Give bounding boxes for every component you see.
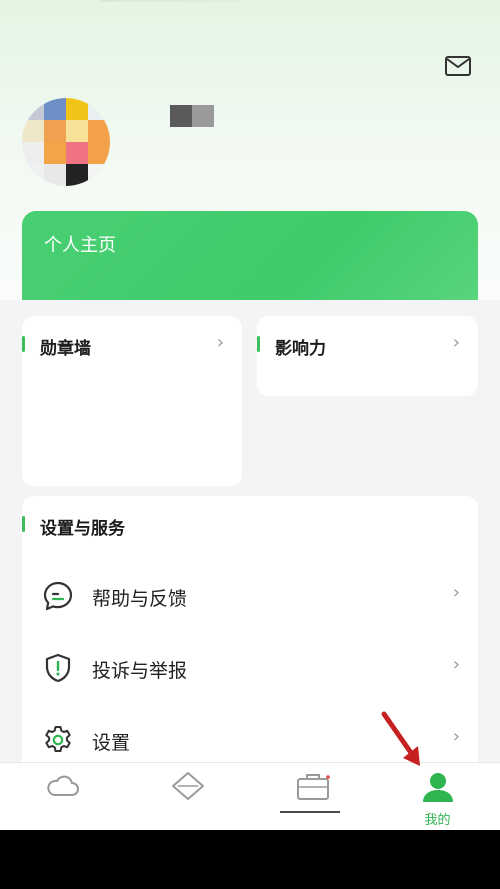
- settings-services-title: 设置与服务: [40, 519, 125, 539]
- service-item-settings[interactable]: 设置 ›: [22, 710, 478, 770]
- service-label: 投诉与举报: [92, 660, 188, 682]
- personal-homepage-label: 个人主页: [44, 235, 116, 256]
- chevron-right-icon: ›: [452, 654, 460, 675]
- tab-briefcase[interactable]: [250, 763, 375, 830]
- diamond-icon: [171, 772, 204, 800]
- avatar-pixel: [22, 142, 44, 164]
- chevron-right-icon: ›: [452, 726, 460, 747]
- chat-help-icon: [43, 581, 73, 611]
- accent-bar: [257, 336, 260, 352]
- mail-icon: [445, 56, 471, 76]
- badge-wall-card[interactable]: 勋章墙 ›: [22, 316, 242, 486]
- service-item-help-feedback[interactable]: 帮助与反馈 ›: [22, 566, 478, 626]
- chevron-right-icon: ›: [216, 332, 224, 353]
- avatar-pixel: [44, 142, 66, 164]
- service-label: 设置: [92, 732, 131, 754]
- service-label: 帮助与反馈: [92, 588, 188, 610]
- app-screen: 个人主页 勋章墙 › 影响力 › 设置与服务 帮助与反馈 › 投诉与举报 › 设…: [0, 0, 500, 830]
- tab-diamond[interactable]: [125, 763, 250, 830]
- gear-icon: [45, 726, 71, 752]
- username-pixel: [170, 105, 192, 127]
- home-indicator: [280, 811, 340, 813]
- system-nav-area: [0, 830, 500, 889]
- briefcase-icon: [296, 774, 330, 800]
- avatar-pixel: [44, 98, 66, 120]
- influence-title: 影响力: [275, 339, 326, 359]
- avatar-pixel: [22, 120, 44, 142]
- influence-card[interactable]: 影响力 ›: [257, 316, 478, 396]
- accent-bar: [22, 336, 25, 352]
- avatar[interactable]: [22, 98, 110, 186]
- username-blurred[interactable]: [170, 105, 214, 127]
- shield-alert-icon: [45, 653, 71, 683]
- username-pixel: [192, 105, 214, 127]
- service-item-complaint-report[interactable]: 投诉与举报 ›: [22, 638, 478, 698]
- avatar-pixel: [66, 98, 88, 120]
- tab-cloud[interactable]: [0, 763, 125, 830]
- bottom-tab-bar: 我的: [0, 762, 500, 830]
- messages-button[interactable]: [442, 50, 474, 82]
- tab-label-mine: 我的: [424, 813, 451, 828]
- tab-mine[interactable]: 我的: [375, 763, 500, 830]
- badge-wall-title: 勋章墙: [40, 339, 91, 359]
- avatar-pixel: [44, 120, 66, 142]
- accent-bar: [22, 516, 25, 532]
- avatar-pixel: [66, 120, 88, 142]
- content-panel: 勋章墙 › 影响力 › 设置与服务: [0, 300, 500, 776]
- cloud-icon: [46, 775, 79, 796]
- chevron-right-icon: ›: [452, 582, 460, 603]
- avatar-pixel: [66, 142, 88, 164]
- user-icon: [422, 773, 453, 802]
- chevron-right-icon: ›: [452, 332, 460, 353]
- status-bar-remnant: [100, 0, 240, 2]
